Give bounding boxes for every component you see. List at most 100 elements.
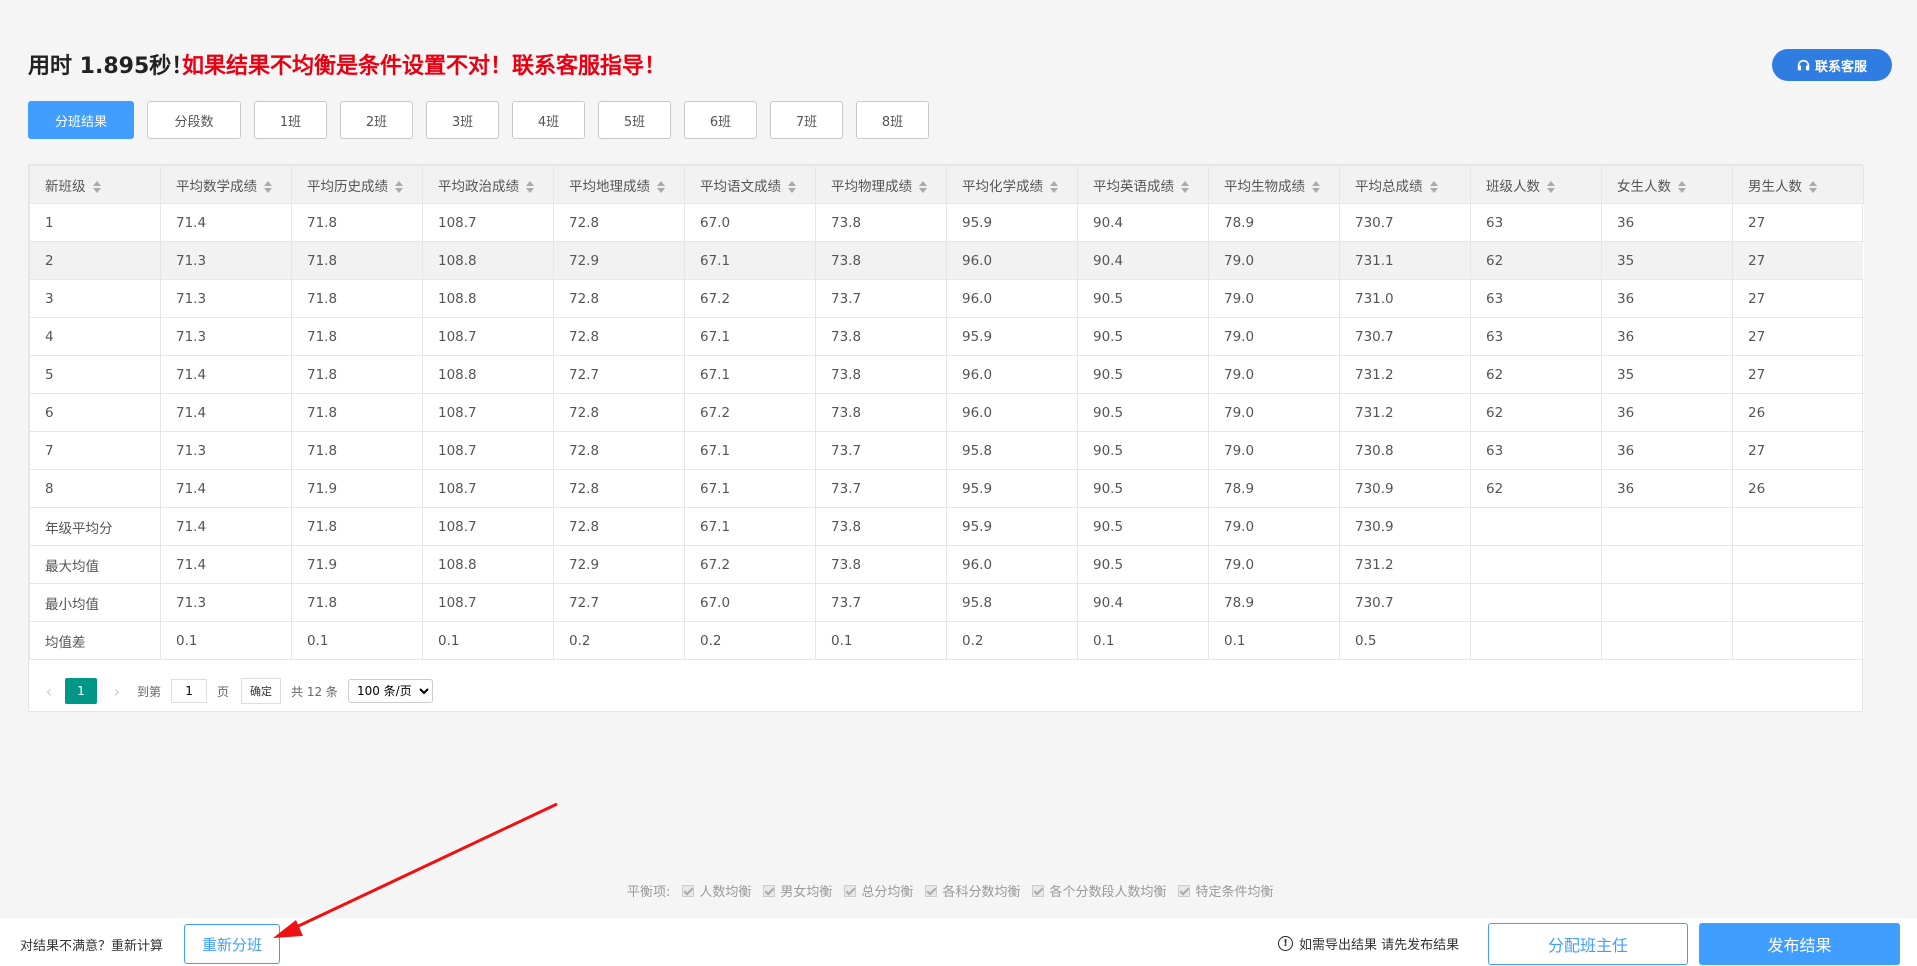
table-cell: 90.4 [1077, 241, 1209, 280]
table-cell: 0.1 [422, 621, 554, 660]
sort-icon[interactable] [788, 180, 796, 193]
table-cell: 36 [1601, 279, 1733, 318]
tab-class-6[interactable]: 6班 [684, 101, 757, 139]
tab-class-8[interactable]: 8班 [856, 101, 929, 139]
tab-class-7[interactable]: 7班 [770, 101, 843, 139]
balance-item-label: 各个分数段人数均衡 [1049, 885, 1167, 900]
table-cell: 73.8 [815, 317, 947, 356]
balance-checkbox-subjects[interactable] [925, 884, 938, 897]
page-size-select[interactable]: 100 条/页 [347, 679, 433, 703]
table-cell: 90.5 [1077, 431, 1209, 470]
table-cell: 年级平均分 [29, 507, 161, 546]
table-cell: 95.8 [946, 583, 1078, 622]
table-cell: 108.7 [422, 583, 554, 622]
sort-icon[interactable] [1678, 180, 1686, 193]
column-header[interactable]: 平均总成绩 [1339, 165, 1471, 204]
column-header-label: 平均物理成绩 [831, 178, 912, 195]
balance-checkbox-gender[interactable] [763, 884, 776, 897]
table-row[interactable]: 8 71.4 71.9 108.7 72.8 67.1 73.7 95.9 90.5 78.9 73… [29, 469, 1864, 508]
column-header[interactable]: 平均生物成绩 [1208, 165, 1340, 204]
goto-page-input[interactable] [171, 679, 208, 703]
tab-class-4[interactable]: 4班 [512, 101, 585, 139]
table-row[interactable]: 1 71.4 71.8 108.7 72.8 67.0 73.8 95.9 90.4 78.9 73… [29, 203, 1864, 242]
column-header[interactable]: 女生人数 [1601, 165, 1733, 204]
publish-results-button[interactable]: 发布结果 [1699, 923, 1900, 965]
table-row[interactable]: 4 71.3 71.8 108.7 72.8 67.1 73.8 95.9 90.5 79.0 73… [29, 317, 1864, 356]
warning-message: 如果结果不均衡是条件设置不对！联系客服指导！ [182, 54, 667, 79]
column-header[interactable]: 男生人数 [1732, 165, 1864, 204]
table-cell: 8 [29, 469, 161, 508]
table-cell: 90.4 [1077, 583, 1209, 622]
balance-checkbox-conditions[interactable] [1178, 884, 1191, 897]
table-cell: 79.0 [1208, 355, 1340, 394]
column-header[interactable]: 平均历史成绩 [291, 165, 423, 204]
tab-class-result[interactable]: 分班结果 [28, 101, 134, 139]
tab-score-segments[interactable]: 分段数 [147, 101, 241, 139]
column-header[interactable]: 平均物理成绩 [815, 165, 947, 204]
contact-support-button[interactable]: 联系客服 [1772, 49, 1892, 81]
table-row[interactable]: 最小均值 71.3 71.8 108.7 72.7 67.0 73.7 95.8 90.4 78.… [29, 583, 1864, 622]
balance-checkbox-count[interactable] [682, 884, 695, 897]
prev-page-icon[interactable]: ‹ [39, 682, 59, 701]
table-row[interactable]: 最大均值 71.4 71.9 108.8 72.9 67.2 73.8 96.0 90.5 79.… [29, 545, 1864, 584]
table-row[interactable]: 7 71.3 71.8 108.7 72.8 67.1 73.7 95.8 90.5 79.0 73… [29, 431, 1864, 470]
column-header[interactable]: 新班级 [29, 165, 161, 204]
table-cell: 2 [29, 241, 161, 280]
sort-icon[interactable] [919, 180, 927, 193]
sort-icon[interactable] [264, 180, 272, 193]
column-header[interactable]: 平均数学成绩 [160, 165, 292, 204]
table-cell: 71.8 [291, 317, 423, 356]
table-row[interactable]: 2 71.3 71.8 108.8 72.9 67.1 73.8 96.0 90.4 79.0 73… [29, 241, 1864, 280]
sort-icon[interactable] [1312, 180, 1320, 193]
table-row[interactable]: 5 71.4 71.8 108.8 72.7 67.1 73.8 96.0 90.5 79.0 73… [29, 355, 1864, 394]
table-cell: 731.2 [1339, 393, 1471, 432]
balance-item-label: 男女均衡 [780, 885, 833, 900]
table-cell: 78.9 [1208, 583, 1340, 622]
goto-confirm-button[interactable]: 确定 [241, 678, 282, 704]
column-header[interactable]: 平均政治成绩 [422, 165, 554, 204]
footer-bar: 对结果不满意？重新计算 重新分班 ! 如需导出结果 请先发布结果 分配班主任 发… [0, 918, 1917, 966]
tab-class-5[interactable]: 5班 [598, 101, 671, 139]
sort-icon[interactable] [1429, 180, 1438, 193]
assign-teacher-button[interactable]: 分配班主任 [1488, 923, 1688, 965]
table-cell: 79.0 [1208, 545, 1340, 584]
sort-icon[interactable] [657, 180, 665, 193]
table-cell: 67.2 [684, 279, 816, 318]
table-cell: 108.8 [422, 355, 554, 394]
column-header[interactable]: 平均地理成绩 [553, 165, 685, 204]
column-header[interactable]: 平均语文成绩 [684, 165, 816, 204]
table-row[interactable]: 3 71.3 71.8 108.8 72.8 67.2 73.7 96.0 90.5 79.0 73… [29, 279, 1864, 318]
column-header[interactable]: 平均化学成绩 [946, 165, 1078, 204]
next-page-icon[interactable]: › [107, 682, 127, 701]
table-cell: 108.8 [422, 279, 554, 318]
column-header-label: 新班级 [45, 178, 86, 195]
table-header-row: 新班级 平均数学成绩 平均历史成绩 平均政治成绩 平均地理成绩 平均语文成绩 平均物理成绩 平… [29, 165, 1864, 204]
sort-icon[interactable] [1809, 180, 1817, 193]
sort-icon[interactable] [1547, 180, 1555, 193]
table-cell: 62 [1470, 469, 1602, 508]
table-cell: 71.4 [160, 203, 292, 242]
table-cell: 0.1 [160, 621, 292, 660]
balance-checkbox-total[interactable] [844, 884, 857, 897]
table-cell: 71.4 [160, 393, 292, 432]
table-cell: 73.8 [815, 545, 947, 584]
tab-class-3[interactable]: 3班 [426, 101, 499, 139]
sort-icon[interactable] [1181, 180, 1189, 193]
tab-class-1[interactable]: 1班 [254, 101, 327, 139]
redo-grouping-button[interactable]: 重新分班 [184, 924, 280, 964]
sort-icon[interactable] [92, 180, 101, 193]
sort-icon[interactable] [395, 180, 403, 193]
current-page[interactable]: 1 [65, 678, 97, 704]
table-cell: 27 [1732, 431, 1864, 470]
tab-class-2[interactable]: 2班 [340, 101, 413, 139]
table-cell: 7 [29, 431, 161, 470]
sort-icon[interactable] [526, 180, 534, 193]
sort-icon[interactable] [1050, 180, 1058, 193]
table-cell: 73.7 [815, 279, 947, 318]
table-row[interactable]: 年级平均分 71.4 71.8 108.7 72.8 67.1 73.8 95.9 90.5 79… [29, 507, 1864, 546]
table-row[interactable]: 6 71.4 71.8 108.7 72.8 67.2 73.8 96.0 90.5 79.0 73… [29, 393, 1864, 432]
column-header[interactable]: 平均英语成绩 [1077, 165, 1209, 204]
balance-checkbox-segments[interactable] [1032, 884, 1045, 897]
column-header[interactable]: 班级人数 [1470, 165, 1602, 204]
table-row[interactable]: 均值差 0.1 0.1 0.1 0.2 0.2 0.1 0.2 0.1 0.1 0.5 [29, 621, 1864, 660]
